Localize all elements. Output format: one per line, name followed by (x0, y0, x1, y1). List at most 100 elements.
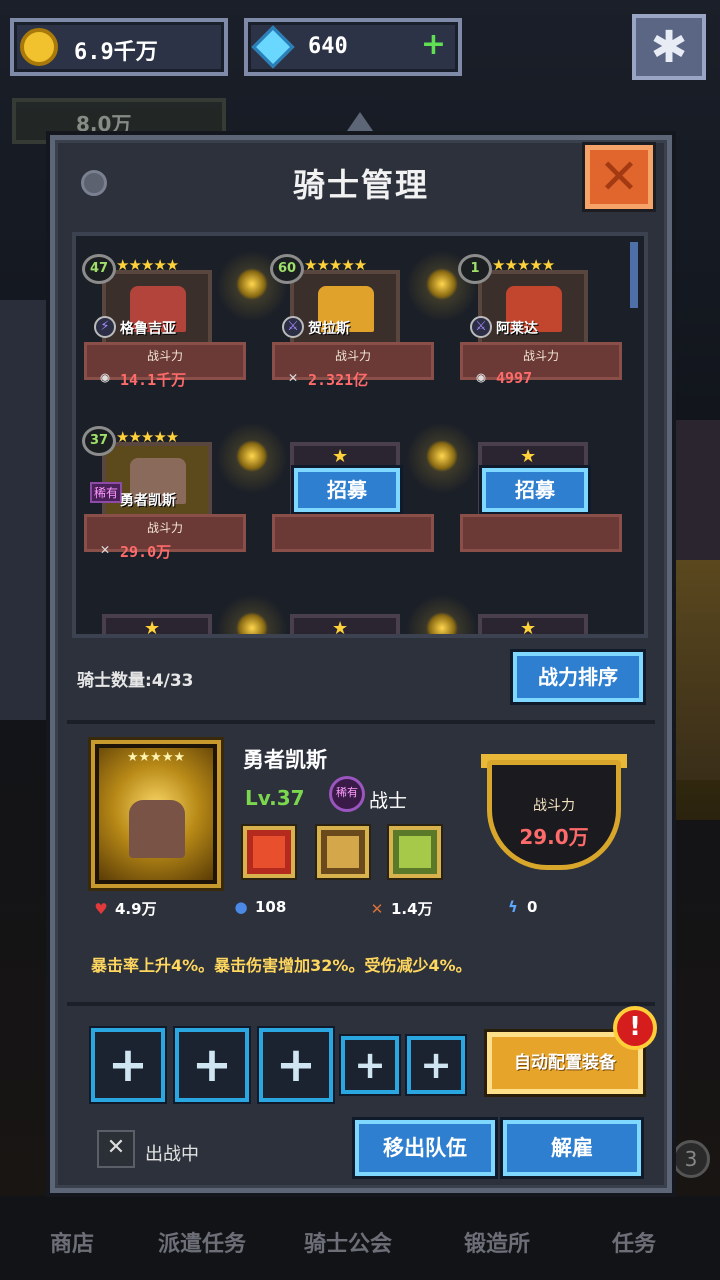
knight-level: 1 (458, 254, 492, 284)
empty-slot: ★ (268, 594, 434, 634)
power-crest: 战斗力 29.0万 (487, 760, 621, 870)
skill-slot-2[interactable] (317, 826, 369, 878)
gem-icon (251, 25, 295, 69)
shield-skill-icon (327, 836, 359, 868)
settings-button[interactable]: ✱ (632, 14, 706, 80)
fire-skill-icon (253, 836, 285, 868)
remove-from-team-button[interactable]: 移出队伍 (355, 1120, 495, 1176)
hero-name: 勇者凯斯 (243, 748, 327, 772)
plus-icon: + (354, 1043, 386, 1087)
star-icon: ★ (144, 618, 161, 638)
gem-counter: 640 + (244, 18, 462, 76)
hero-portrait: ★★★★★ (91, 740, 221, 888)
equip-slot[interactable]: + (341, 1036, 399, 1094)
scrollbar[interactable] (630, 242, 638, 308)
knight-name: 勇者凯斯 (120, 493, 176, 509)
lightning-icon: ϟ (508, 898, 518, 916)
hero-power: 29.0万 (519, 825, 589, 849)
equip-slot[interactable]: + (407, 1036, 465, 1094)
dismiss-button[interactable]: 解雇 (503, 1120, 641, 1176)
mp-value: 108 (255, 898, 287, 916)
sword-icon: ✕ (370, 900, 384, 918)
nav-knight-guild[interactable]: 骑士公会 (304, 1226, 392, 1258)
hero-description: 暴击率上升4%。暴击伤害增加32%。受伤减少4%。 (91, 956, 472, 975)
plus-icon: + (420, 1043, 452, 1087)
add-gems-icon[interactable]: + (421, 30, 446, 60)
equip-slot[interactable]: + (175, 1028, 249, 1102)
skill-slot-1[interactable] (243, 826, 295, 878)
knight-stars: ★★★★★ (304, 256, 367, 274)
knight-power: 29.0万 (120, 543, 172, 561)
knight-name: 格鲁吉亚 (120, 321, 176, 337)
attack-stat: ✕ 1.4万 (367, 898, 433, 919)
recruit-button[interactable]: 招募 (482, 468, 588, 512)
potion-icon: ● (234, 898, 248, 916)
plus-icon: + (107, 1037, 149, 1093)
star-icon: ★ (520, 618, 537, 638)
close-button[interactable]: ✕ (585, 145, 653, 209)
knight-slot[interactable]: 47 ★★★★★ ⚡ 格鲁吉亚 战斗力 ◉ 14.1千万 (80, 250, 246, 402)
equip-slot[interactable]: + (259, 1028, 333, 1102)
alert-icon: ! (613, 1006, 657, 1050)
divider (67, 720, 655, 724)
knight-slot[interactable]: 60 ★★★★★ ⚔ 贺拉斯 战斗力 ✕ 2.321亿 (268, 250, 434, 402)
hero-stars: ★★★★★ (126, 750, 186, 765)
equip-slot[interactable]: + (91, 1028, 165, 1102)
knight-power: 14.1千万 (120, 371, 187, 389)
power-label: 战斗力 (533, 798, 575, 814)
knight-name: 阿莱达 (496, 321, 538, 337)
crossed-swords-icon: ✕ (100, 540, 110, 558)
deploy-status: 出战中 (145, 1144, 199, 1165)
knight-level: 37 (82, 426, 116, 456)
skill-slot-3[interactable] (389, 826, 441, 878)
recruit-button[interactable]: 招募 (294, 468, 400, 512)
star-icon: ★ (520, 446, 537, 467)
heart-icon: ♥ (94, 900, 108, 918)
knight-stars: ★★★★★ (492, 256, 555, 274)
knight-level: 60 (270, 254, 304, 284)
power-label: 战斗力 (522, 349, 559, 363)
power-label: 战斗力 (146, 349, 183, 363)
rare-badge: 稀有 (90, 482, 123, 503)
knight-name: 贺拉斯 (308, 321, 350, 337)
plus-icon: + (191, 1037, 233, 1093)
gem-value: 640 (308, 34, 348, 59)
knight-level: 47 (82, 254, 116, 284)
knight-count: 骑士数量:4/33 (77, 671, 194, 691)
hero-level: Lv.37 (245, 786, 305, 810)
crossed-swords-icon: ✕ (97, 1130, 135, 1168)
secondary-value: 8.0万 (76, 112, 132, 136)
hero-sprite (129, 800, 185, 858)
empty-slot: ★ 招募 (456, 422, 622, 574)
hero-class: 战士 (369, 790, 408, 812)
gold-value: 6.9千万 (74, 40, 158, 65)
hp-value: 4.9万 (115, 900, 157, 918)
plus-icon: + (275, 1037, 317, 1093)
class-icon: ⚔ (470, 316, 492, 338)
sort-by-power-button[interactable]: 战力排序 (513, 652, 643, 702)
speed-value: 0 (527, 898, 538, 916)
empty-slot: ★ (80, 594, 246, 638)
rarity-badge: 稀有 (329, 776, 365, 812)
class-icon: ⚔ (282, 316, 304, 338)
empty-slot: ★ 招募 (268, 422, 434, 574)
class-icon: ⚡ (94, 316, 116, 338)
gold-counter: 6.9千万 (10, 18, 228, 76)
nav-dispatch[interactable]: 派遣任务 (158, 1226, 246, 1258)
knight-grid[interactable]: 47 ★★★★★ ⚡ 格鲁吉亚 战斗力 ◉ 14.1千万 60 ★★★★★ ⚔ … (72, 232, 648, 638)
knight-slot[interactable]: 1 ★★★★★ ⚔ 阿莱达 战斗力 ◉ 4997 (456, 250, 622, 402)
attack-value: 1.4万 (391, 900, 433, 918)
star-icon: ★ (332, 446, 349, 467)
knight-slot-selected[interactable]: 37 ★★★★★ 稀有 勇者凯斯 战斗力 ✕ 29.0万 (80, 422, 246, 574)
speed-stat: ϟ0 (503, 898, 537, 916)
close-icon: ✕ (598, 149, 640, 205)
empty-slot: ★ (456, 594, 622, 638)
power-label: 战斗力 (334, 349, 371, 363)
nav-shop[interactable]: 商店 (50, 1226, 94, 1258)
panel-title: 骑士管理 (292, 166, 429, 204)
nav-forge[interactable]: 锻造所 (464, 1226, 530, 1258)
gear-icon: ✱ (650, 22, 688, 73)
cake-icon: ◉ (100, 368, 110, 386)
nav-quests[interactable]: 任务 (612, 1226, 656, 1258)
coin-icon (20, 28, 58, 66)
